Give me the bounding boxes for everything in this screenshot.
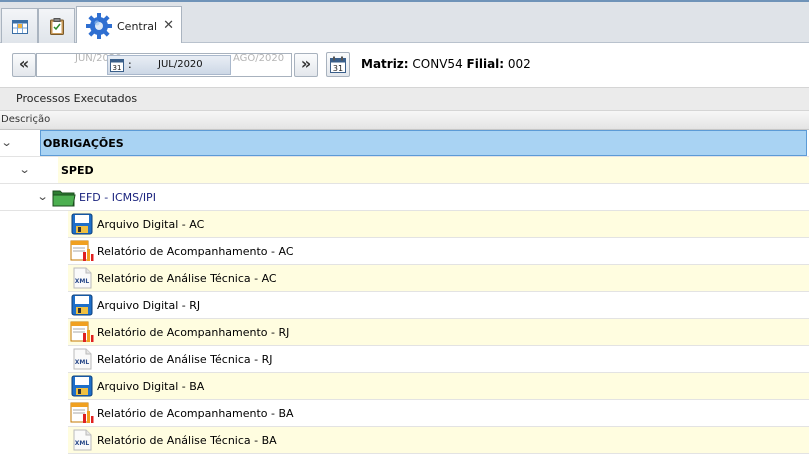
tree-row-label: Arquivo Digital - AC [97,218,205,231]
gear-icon [86,13,112,39]
previous-period-button[interactable]: « [12,53,36,77]
tree-row[interactable]: Arquivo Digital - RJ [68,292,809,319]
tree-row[interactable]: Relatório de Acompanhamento - RJ [68,319,809,346]
report-chart-icon [70,240,94,261]
section-header: Processos Executados [0,87,809,111]
xml-icon-text: XML [75,359,90,366]
period-current-value: JUL/2020 [158,59,203,70]
matriz-label: Matriz: [361,57,409,71]
company-info: Matriz: CONV54 Filial: 002 [361,57,531,71]
xml-file-icon: XML [73,429,92,451]
svg-text:31: 31 [333,64,343,73]
filial-value: 002 [507,57,531,71]
tree-row[interactable]: XML Relatório de Análise Técnica - RJ [68,346,809,373]
tab-central[interactable]: Central ✕ [76,6,182,45]
tree-row-label: Relatório de Análise Técnica - RJ [97,353,273,366]
calendar-button[interactable]: 31 [326,52,350,77]
floppy-icon [71,294,93,316]
report-chart-icon [70,402,94,423]
selected-row-highlight [40,130,807,156]
tree-row[interactable]: Relatório de Acompanhamento - BA [68,400,809,427]
tree-row-label: SPED [61,164,94,177]
tree-row[interactable]: ⌄ EFD - ICMS/IPI [0,184,809,211]
close-icon[interactable]: ✕ [163,19,174,32]
matriz-value: CONV54 [412,57,463,71]
column-header-descricao[interactable]: Descrição [0,111,809,130]
tree-row-label: Relatório de Acompanhamento - RJ [97,326,290,339]
tree-row-label: Arquivo Digital - RJ [97,299,201,312]
xml-file-icon: XML [73,267,92,289]
tree-row[interactable]: Arquivo Digital - BA [68,373,809,400]
tree-row-label: EFD - ICMS/IPI [79,191,156,204]
report-chart-icon [70,321,94,342]
row-background [58,157,809,183]
tree-row-label: OBRIGAÇÕES [43,137,124,150]
next-period-button[interactable]: » [294,53,318,77]
chevron-down-icon[interactable]: ⌄ [37,190,49,203]
tree-row-label: Relatório de Análise Técnica - BA [97,434,277,447]
calendar-icon: 31 [330,56,346,73]
tree-row-label: Arquivo Digital - BA [97,380,205,393]
floppy-icon [71,213,93,235]
period-current[interactable]: 31 : JUL/2020 [107,55,231,75]
calendar-icon: 31 [110,59,124,72]
period-colon: : [128,58,132,71]
svg-text:31: 31 [113,64,122,72]
tab-central-label: Central [117,19,158,33]
tab-grid[interactable] [1,8,38,44]
tab-bar: Central ✕ [0,0,809,45]
tree-row[interactable]: ⌄ SPED [0,157,809,184]
grid-icon [11,19,28,34]
tree-row-label: Relatório de Análise Técnica - AC [97,272,277,285]
xml-icon-text: XML [75,440,90,447]
period-toolbar: « JUN/2020 31 : JUL/2020 AGO/2020 » 31 M… [0,43,809,87]
chevron-down-icon[interactable]: ⌄ [1,136,13,149]
tree-row[interactable]: XML Relatório de Análise Técnica - AC [68,265,809,292]
tree-row[interactable]: ⌄ OBRIGAÇÕES [0,130,809,157]
chevron-down-icon[interactable]: ⌄ [19,163,31,176]
xml-file-icon: XML [73,348,92,370]
tree-row-label: Relatório de Acompanhamento - AC [97,245,294,258]
filial-label: Filial: [466,57,505,71]
clipboard-icon [49,18,64,35]
tree-row[interactable]: Arquivo Digital - AC [68,211,809,238]
tree-row-label: Relatório de Acompanhamento - BA [97,407,294,420]
xml-icon-text: XML [75,278,90,285]
floppy-icon [71,375,93,397]
tab-clipboard[interactable] [38,8,75,44]
tree-row[interactable]: Relatório de Acompanhamento - AC [68,238,809,265]
tree-row[interactable]: XML Relatório de Análise Técnica - BA [68,427,809,454]
folder-icon [52,190,76,207]
period-next-label[interactable]: AGO/2020 [233,54,284,64]
period-selector[interactable]: JUN/2020 31 : JUL/2020 AGO/2020 [36,53,292,77]
